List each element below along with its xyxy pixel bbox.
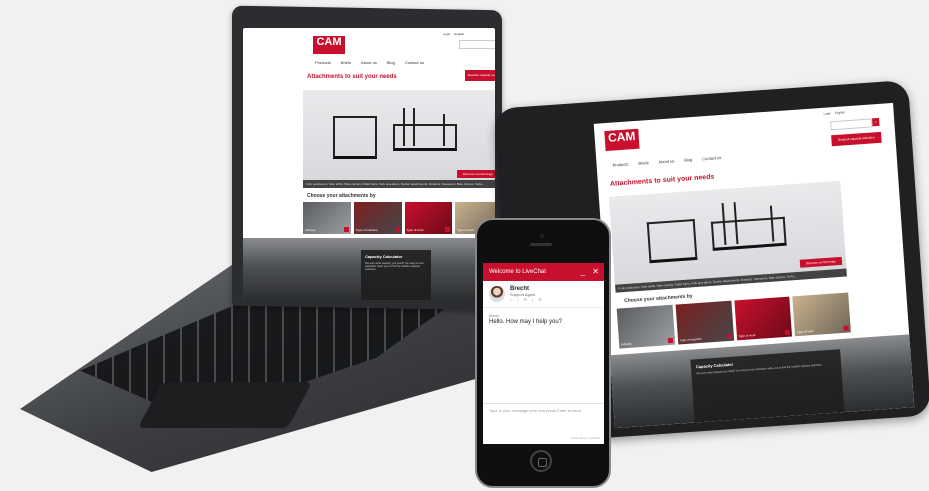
page-heading: Attachments to suit your needs <box>307 74 397 80</box>
search-input[interactable] <box>459 40 495 49</box>
close-icon[interactable]: ✕ <box>592 267 599 276</box>
powered-by: Powered by LiveChat <box>571 436 600 440</box>
thumb-machine[interactable]: Type of machine <box>353 202 402 234</box>
website-tablet: CAM ATTACHMENTS Login English ⌕ Products … <box>594 103 915 429</box>
hero-prong <box>403 108 405 146</box>
thumb-machine[interactable]: Type of machine <box>675 300 734 345</box>
hero-caption: Fork positioners, Side shifts, Bale clam… <box>615 268 847 293</box>
capacity-calculator-button[interactable]: Readout capacity calculator <box>465 70 495 81</box>
chat-message-input[interactable]: Type in your message here and press Ente… <box>483 403 604 418</box>
utility-links-tablet: Login English <box>823 110 844 115</box>
phone-speaker <box>530 243 552 246</box>
hero-banner-tablet: Fork positioners, Side shifts, Bale clam… <box>608 180 847 293</box>
capacity-calculator-panel: Capacity Calculator Not sure what capaci… <box>361 250 431 300</box>
chat-input-placeholder: Type in your message here and press Ente… <box>489 408 581 413</box>
nav-contact[interactable]: Contact us <box>405 60 424 65</box>
capacity-calculator-panel-tablet: Capacity Calculator Not sure what capaci… <box>690 349 845 423</box>
hero-prong <box>413 108 415 146</box>
capacity-calculator-button-tablet[interactable]: Readout capacity calculator <box>831 131 882 147</box>
cam-logo[interactable]: CAM ATTACHMENTS <box>313 36 345 57</box>
hero-discover-button[interactable]: Discover our full range <box>799 256 843 268</box>
tablet-screen: CAM ATTACHMENTS Login English ⌕ Products … <box>593 102 915 429</box>
nav-blog[interactable]: Blog <box>684 157 692 163</box>
device-mockup-scene: CAMATTACHMENTS Login English ⌕ Products … <box>0 0 929 491</box>
calc-title: Capacity Calculator <box>365 254 403 259</box>
language-link[interactable]: English <box>454 32 464 36</box>
website-laptop: CAMATTACHMENTS Login English ⌕ Products … <box>243 28 495 300</box>
laptop-screen: CAMATTACHMENTS Login English ⌕ Products … <box>243 28 495 300</box>
thumb-industry[interactable]: Industry <box>616 304 676 349</box>
hero-attachment-image <box>646 219 698 264</box>
hero-caption: Fork positioners, Side shifts, Bale clam… <box>303 180 495 188</box>
search-icon[interactable]: ⌕ <box>872 117 880 127</box>
nav-about[interactable]: About us <box>361 60 377 65</box>
category-thumbs: Industry Type of machine Type of work Ty… <box>303 202 495 234</box>
utility-links: Login English <box>443 32 464 36</box>
chat-title: Welcome to LiveChat <box>489 269 546 275</box>
nav-products[interactable]: Products <box>315 60 331 65</box>
phone-camera <box>540 234 544 238</box>
nav-products[interactable]: Products <box>612 162 628 168</box>
hero-discover-button[interactable]: Discover our full range <box>456 170 495 178</box>
minimize-icon[interactable]: _ <box>581 267 585 276</box>
chat-controls: _ ✕ <box>581 263 599 281</box>
laptop-trackpad <box>137 382 313 428</box>
login-link[interactable]: Login <box>823 111 831 116</box>
nav-briefs[interactable]: Briefs <box>638 160 649 166</box>
phone-screen: Welcome to LiveChat _ ✕ Brecht Support A… <box>483 263 604 444</box>
thumb-load[interactable]: Type of load <box>792 292 851 337</box>
login-link[interactable]: Login <box>443 32 450 36</box>
nav-blog[interactable]: Blog <box>387 60 395 65</box>
agent-card: Brecht Support Agent ⌂ | ✉ | ☰ <box>483 281 604 308</box>
page-heading-tablet: Attachments to suit your needs <box>609 173 715 188</box>
chat-header: Welcome to LiveChat _ ✕ <box>483 263 604 281</box>
search-input-tablet[interactable] <box>830 118 873 131</box>
nav-briefs[interactable]: Briefs <box>341 60 351 65</box>
thumb-industry[interactable]: Industry <box>303 202 351 234</box>
hero-prong <box>443 114 445 146</box>
calc-text: Not sure what capacity you need? Our eas… <box>365 262 424 271</box>
hero-banner: Fork positioners, Side shifts, Bale clam… <box>303 90 495 188</box>
nav-contact[interactable]: Contact us <box>702 155 721 161</box>
home-button[interactable] <box>530 450 552 472</box>
thumb-work[interactable]: Type of work <box>404 202 453 234</box>
main-nav: Products Briefs About us Blog Contact us <box>315 60 424 65</box>
language-link[interactable]: English <box>835 110 845 115</box>
message-sender: Brecht <box>489 314 500 318</box>
avatar <box>489 286 505 302</box>
choose-heading: Choose your attachments by <box>307 193 376 199</box>
thumb-work[interactable]: Type of work <box>733 296 793 341</box>
choose-heading-tablet: Choose your attachments by <box>623 293 693 305</box>
capacity-banner: Capacity Calculator Not sure what capaci… <box>243 238 495 300</box>
nav-about[interactable]: About us <box>658 158 674 164</box>
hero-attachment-image <box>333 116 377 159</box>
agent-action-icons[interactable]: ⌂ | ✉ | ☰ <box>510 297 544 302</box>
cam-logo-tablet[interactable]: CAM ATTACHMENTS <box>604 128 640 154</box>
message-text: Hello. How may I help you? <box>489 319 563 325</box>
